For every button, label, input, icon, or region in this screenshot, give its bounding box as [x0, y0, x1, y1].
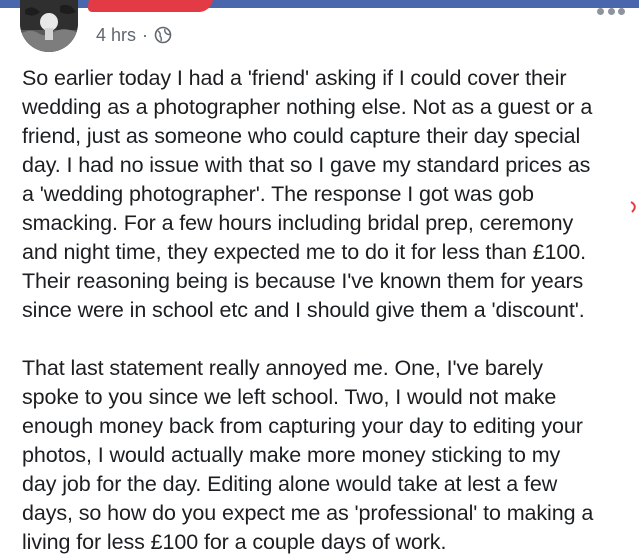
text-line: a 'wedding photographer'. The response I… [22, 182, 534, 206]
name-redaction [87, 0, 213, 12]
text-line: and night time, they expected me to do i… [22, 240, 586, 264]
text-line: living for less £100 for a couple days o… [22, 530, 447, 554]
post-meta: 4 hrs · [96, 24, 172, 46]
edge-mark [629, 200, 639, 214]
text-line: photos, I would actually make more money… [22, 443, 561, 467]
text-line: friend, just as someone who could captur… [22, 124, 581, 148]
paragraph-2: That last statement really annoyed me. O… [22, 354, 634, 557]
text-line: So earlier today I had a 'friend' asking… [22, 66, 567, 90]
text-line: That last statement really annoyed me. O… [22, 356, 543, 380]
post-body: So earlier today I had a 'friend' asking… [22, 64, 634, 557]
paragraph-1: So earlier today I had a 'friend' asking… [22, 64, 634, 325]
text-line: spoke to you since we left school. Two, … [22, 385, 557, 409]
menu-dot [597, 7, 604, 15]
more-options-icon[interactable] [597, 5, 625, 17]
menu-dot [607, 7, 615, 15]
text-line: since were in school etc and I should gi… [22, 298, 585, 322]
text-line: day job for the day. Editing alone would… [22, 472, 558, 496]
text-line: smacking. For a few hours including brid… [22, 211, 574, 235]
globe-icon [154, 26, 172, 44]
text-line: wedding as a photographer nothing else. … [22, 95, 593, 119]
post-timestamp[interactable]: 4 hrs [96, 25, 136, 46]
meta-separator: · [142, 24, 149, 45]
text-line: days, so how do you expect me as 'profes… [22, 501, 594, 525]
avatar[interactable] [20, 0, 78, 52]
text-line: day. I had no issue with that so I gave … [22, 153, 591, 177]
text-line: enough money back from capturing your da… [22, 414, 583, 438]
text-line: Their reasoning being is because I've kn… [22, 269, 584, 293]
menu-dot [618, 7, 625, 15]
